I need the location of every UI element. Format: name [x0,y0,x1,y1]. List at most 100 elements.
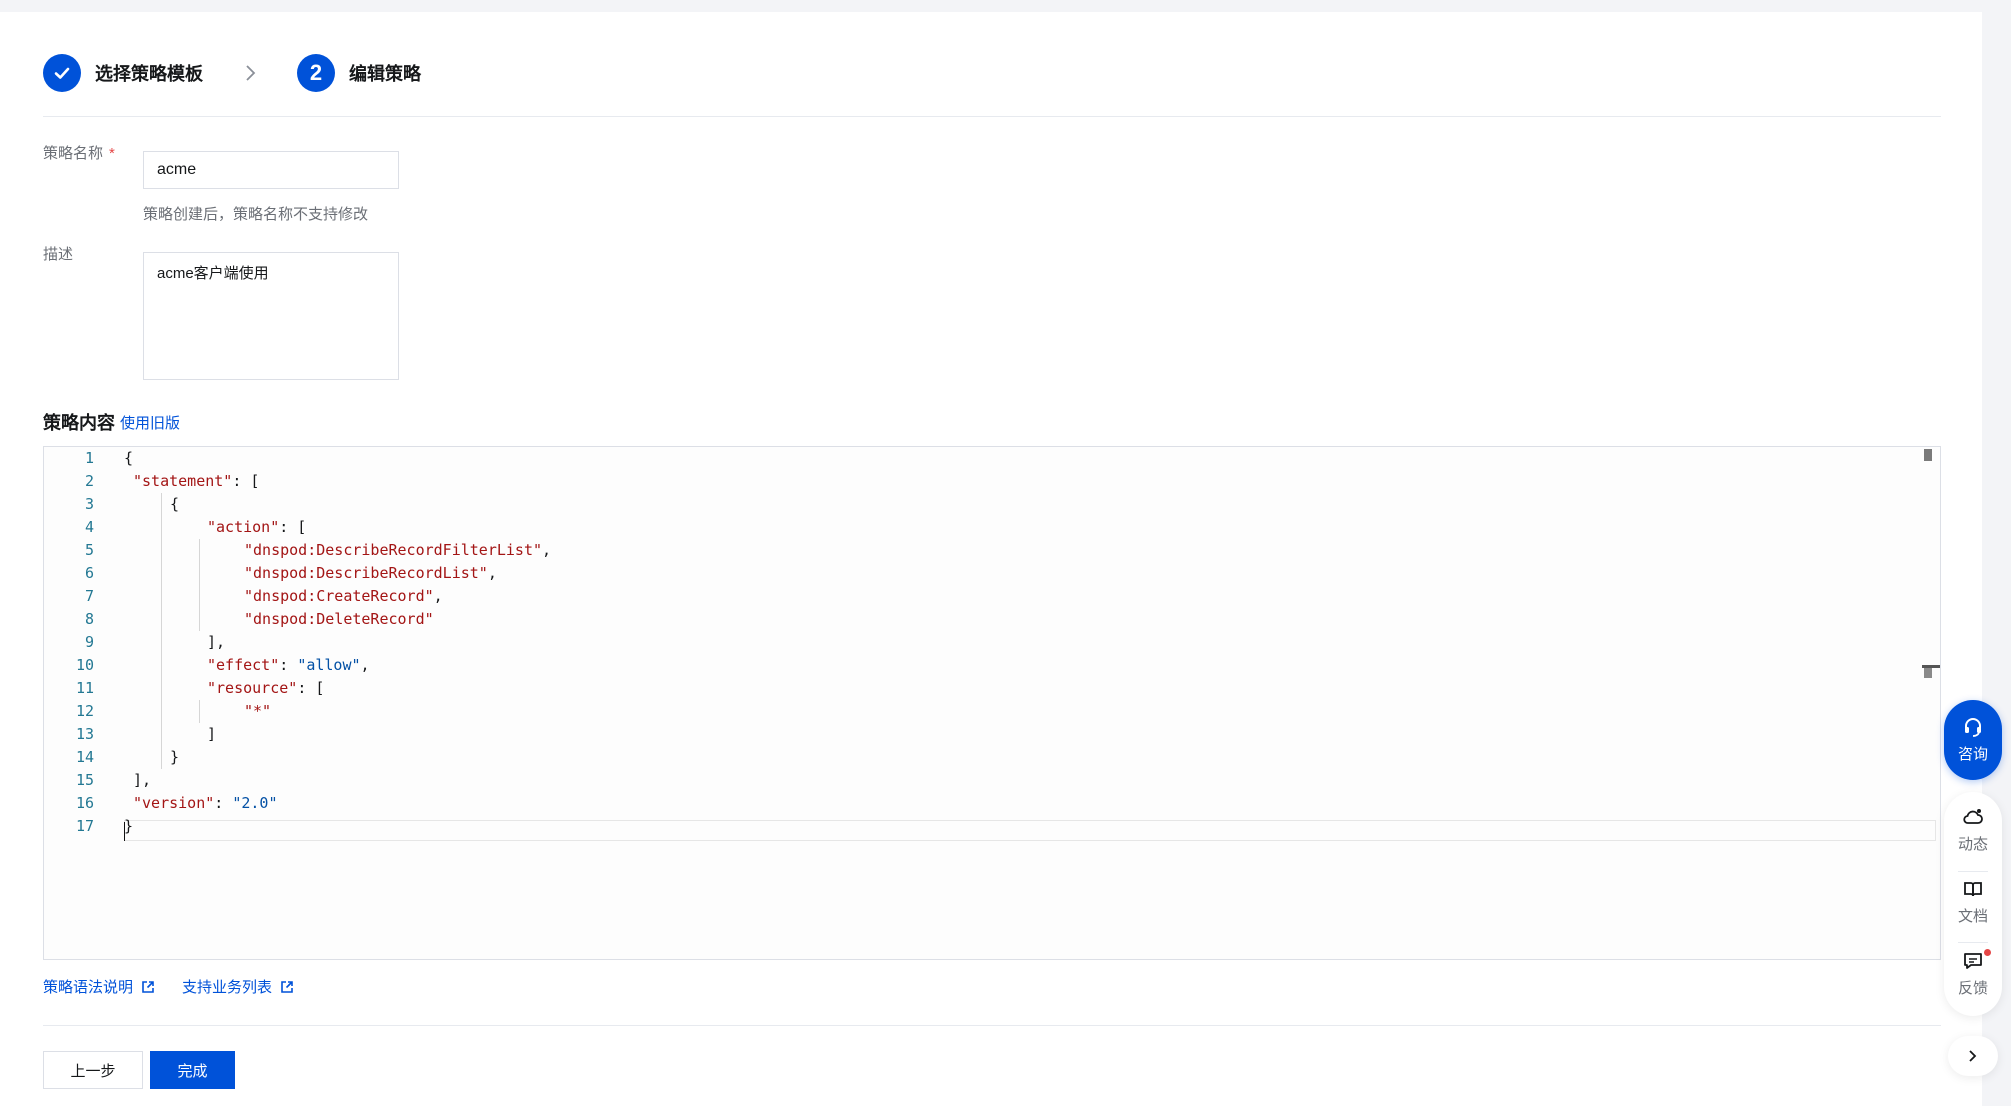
code-line: ], [207,631,225,654]
code-token: , [542,541,552,559]
code-line: ] [207,723,216,746]
docs-button[interactable]: 文档 [1944,872,2002,932]
code-token: "2.0" [232,794,278,812]
policy-syntax-link[interactable]: 策略语法说明 [43,976,155,997]
line-number: 16 [75,794,94,812]
supported-services-link[interactable]: 支持业务列表 [182,976,294,997]
code-token: "allow" [297,656,361,674]
code-token: : [ [232,472,260,490]
page-card: 选择策略模板 2 编辑策略 策略名称 * 策略创建后，策略名称不支持修改 描述 a… [0,12,1982,1106]
code-token: , [433,587,443,605]
scrollbar-thumb[interactable] [1924,449,1932,461]
code-token: : [279,656,298,674]
policy-name-label-text: 策略名称 [43,145,104,162]
code-token: "statement" [133,472,233,490]
step-indicator: 选择策略模板 2 编辑策略 [43,54,421,92]
consult-label: 咨询 [1957,746,1988,763]
description-label: 描述 [43,246,74,263]
code-token: , [487,564,497,582]
line-number: 17 [75,817,94,835]
policy-content-title: 策略内容 [43,413,115,433]
indent-guide [199,539,200,631]
docs-label: 文档 [1957,908,1988,925]
code-token: ], [207,633,226,651]
policy-name-help: 策略创建后，策略名称不支持修改 [143,206,369,223]
code-line: } [170,746,179,769]
code-token: , [360,656,370,674]
policy-name-input[interactable] [143,151,399,189]
line-number: 8 [84,610,94,628]
text-caret [124,822,125,841]
cloud-icon [1963,809,1983,824]
code-line: "resource": [ [207,677,324,700]
code-token: "effect" [207,656,280,674]
code-line: { [124,447,133,470]
code-token: "action" [207,518,280,536]
collapse-toolbar-button[interactable] [1948,1036,1998,1076]
book-icon [1964,882,1982,897]
code-line: "statement": [ [133,470,259,493]
activity-label: 动态 [1957,836,1988,853]
finish-button[interactable]: 完成 [150,1051,235,1089]
code-token: "version" [133,794,215,812]
code-line: "action": [ [207,516,306,539]
line-number: 6 [84,564,94,582]
line-number: 1 [84,449,94,467]
policy-syntax-link-text: 策略语法说明 [43,979,134,996]
code-token: : [ [279,518,307,536]
line-number: 9 [84,633,94,651]
previous-step-button[interactable]: 上一步 [43,1051,143,1089]
code-line: "effect": "allow", [207,654,370,677]
description-textarea[interactable]: acme客户端使用 [143,252,399,380]
line-number: 7 [84,587,94,605]
indent-guide [161,493,162,769]
notification-dot [1984,949,1991,956]
line-number: 2 [84,472,94,490]
step-2-label: 编辑策略 [349,64,421,84]
current-line-highlight [124,820,1936,841]
code-line: { [170,493,179,516]
headset-icon [1965,718,1981,737]
code-token: "resource" [207,679,298,697]
line-number: 3 [84,495,94,513]
policy-code-editor[interactable]: 1 2 3 4 5 6 7 8 9 10 11 12 13 14 15 16 1… [43,446,1941,960]
code-line: "*" [244,700,271,723]
code-token: } [170,748,180,766]
code-token: { [124,449,134,467]
code-line: "dnspod:DescribeRecordList", [244,562,497,585]
code-token: { [170,495,180,513]
required-mark: * [109,145,115,162]
step-2-number: 2 [297,54,335,92]
policy-name-label: 策略名称 * [43,142,115,163]
overview-ruler-marker [1924,668,1932,678]
consult-button[interactable]: 咨询 [1944,700,2002,780]
code-token: : [ [297,679,325,697]
line-number: 14 [75,748,94,766]
use-legacy-editor-link[interactable]: 使用旧版 [120,412,180,433]
feedback-label: 反馈 [1957,980,1988,997]
code-line: "version": "2.0" [133,792,278,815]
code-token: "dnspod:DescribeRecordFilterList" [244,541,543,559]
code-token: "dnspod:DescribeRecordList" [244,564,488,582]
activity-button[interactable]: 动态 [1944,800,2002,860]
indent-guide [199,700,200,723]
supported-services-link-text: 支持业务列表 [182,979,273,996]
divider [43,116,1941,117]
line-number: 4 [84,518,94,536]
external-link-icon [142,980,154,993]
chevron-right-icon [1969,1050,1977,1062]
line-number-gutter: 1 2 3 4 5 6 7 8 9 10 11 12 13 14 15 16 1… [44,447,94,959]
code-token: "dnspod:DeleteRecord" [244,610,434,628]
code-line: "dnspod:DescribeRecordFilterList", [244,539,551,562]
feedback-button[interactable]: 反馈 [1944,944,2002,1004]
tool-panel: 动态 文档 反馈 [1944,792,2002,1016]
code-line: } [124,815,133,838]
code-line: ], [133,769,151,792]
line-number: 5 [84,541,94,559]
code-token: : [214,794,233,812]
code-line: "dnspod:CreateRecord", [244,585,443,608]
code-line: "dnspod:DeleteRecord" [244,608,434,631]
code-token: "*" [244,702,272,720]
step-1-label[interactable]: 选择策略模板 [95,60,203,86]
chevron-right-icon [245,64,257,82]
